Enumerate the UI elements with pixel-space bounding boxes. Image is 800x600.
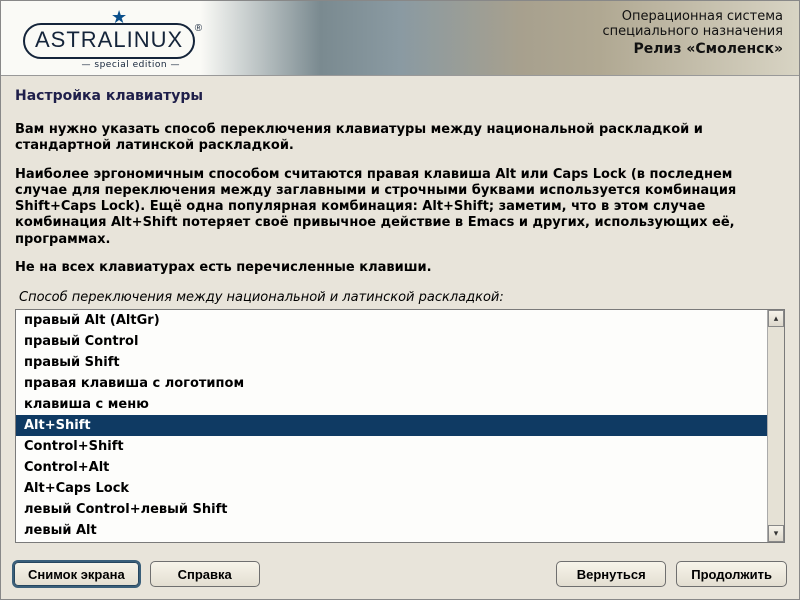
screenshot-button[interactable]: Снимок экрана xyxy=(13,561,140,587)
option-item[interactable]: Control+Shift xyxy=(16,436,767,457)
options-listbox[interactable]: правый Alt (AltGr)правый Controlправый S… xyxy=(15,309,785,543)
option-item[interactable]: правый Control xyxy=(16,331,767,352)
scroll-down-button[interactable]: ▾ xyxy=(768,525,784,542)
option-item[interactable]: левый Control+левый Shift xyxy=(16,499,767,520)
list-prompt: Способ переключения между национальной и… xyxy=(19,290,785,305)
banner-text: Операционная система специального назнач… xyxy=(602,9,783,57)
paragraph-3: Не на всех клавиатурах есть перечисленны… xyxy=(15,260,785,276)
option-item[interactable]: правый Alt (AltGr) xyxy=(16,310,767,331)
logo: ★ ASTRALINUX — special edition — xyxy=(23,13,188,70)
option-item[interactable]: правый Shift xyxy=(16,352,767,373)
os-line2: специального назначения xyxy=(602,24,783,39)
logo-sub: — special edition — xyxy=(23,60,180,70)
scroll-up-button[interactable]: ▴ xyxy=(768,310,784,327)
footer: Снимок экрана Справка Вернуться Продолжи… xyxy=(1,551,799,599)
continue-button[interactable]: Продолжить xyxy=(676,561,787,587)
option-item[interactable]: Alt+Shift xyxy=(16,415,767,436)
options-list[interactable]: правый Alt (AltGr)правый Controlправый S… xyxy=(16,310,767,542)
scroll-track[interactable] xyxy=(768,327,784,525)
banner: ★ ASTRALINUX — special edition — Операци… xyxy=(1,1,799,76)
paragraph-1: Вам нужно указать способ переключения кл… xyxy=(15,122,785,155)
page-title: Настройка клавиатуры xyxy=(15,88,785,104)
paragraph-2: Наиболее эргономичным способом считаются… xyxy=(15,167,785,248)
option-item[interactable]: клавиша с меню xyxy=(16,394,767,415)
installer-window: ★ ASTRALINUX — special edition — Операци… xyxy=(0,0,800,600)
star-icon: ★ xyxy=(111,13,188,23)
option-item[interactable]: правая клавиша с логотипом xyxy=(16,373,767,394)
os-line1: Операционная система xyxy=(602,9,783,24)
option-item[interactable]: левый Alt xyxy=(16,520,767,541)
content: Настройка клавиатуры Вам нужно указать с… xyxy=(1,76,799,551)
option-item[interactable]: Alt+Caps Lock xyxy=(16,478,767,499)
option-item[interactable]: Control+Alt xyxy=(16,457,767,478)
back-button[interactable]: Вернуться xyxy=(556,561,666,587)
logo-word: ASTRALINUX xyxy=(23,23,195,59)
scrollbar[interactable]: ▴ ▾ xyxy=(767,310,784,542)
release-line: Релиз «Смоленск» xyxy=(602,41,783,57)
help-button[interactable]: Справка xyxy=(150,561,260,587)
